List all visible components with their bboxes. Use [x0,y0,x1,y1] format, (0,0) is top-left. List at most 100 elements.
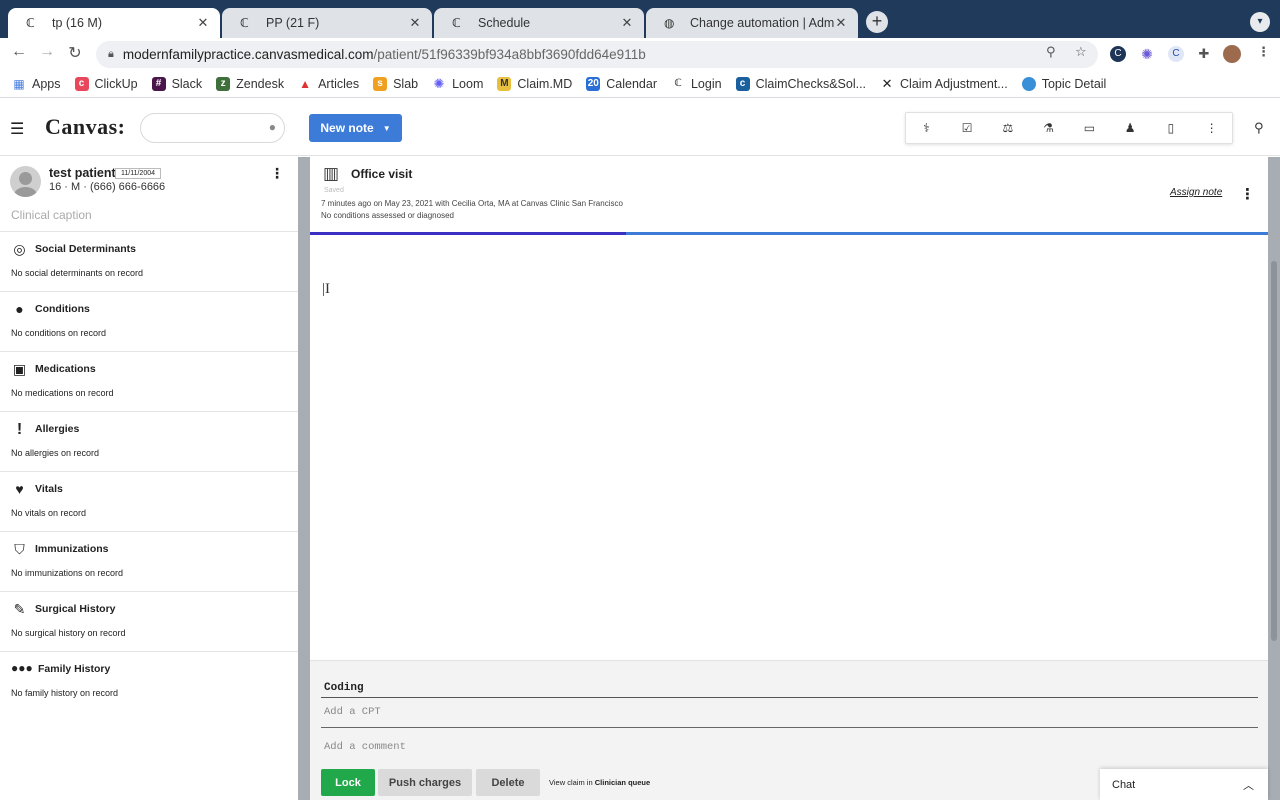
clinical-caption[interactable]: Clinical caption [11,208,92,222]
cloud-icon [1021,76,1036,91]
slab-icon: s [373,76,388,91]
user-md-icon[interactable]: ♟ [1120,121,1140,135]
url-field[interactable]: 🔒︎ modernfamilypractice.canvasmedical.co… [96,41,1098,68]
chat-label: Chat [1112,778,1136,791]
assign-note-link[interactable]: Assign note [1170,187,1222,198]
bookmark-articles[interactable]: ▲ Articles [298,77,359,91]
bookmark-apps[interactable]: ▦ Apps [12,77,60,91]
bookmark-clickup[interactable]: c ClickUp [74,76,138,91]
comment-input[interactable]: Add a comment [324,741,406,753]
note-menu-icon[interactable]: ⋮ [1240,185,1255,203]
scrollbar-thumb[interactable] [1271,261,1277,641]
browser-tab-2[interactable]: ℂ PP (21 F) ✕ [222,8,432,38]
section-conditions[interactable]: ● Conditions No conditions on record [0,291,298,351]
patient-info: 16 · M · (666) 666-6666 [49,181,166,193]
browser-menu-icon[interactable]: ⋮ [1257,44,1270,60]
bookmark-claim-adjustment[interactable]: ✕ Claim Adjustment... [880,75,1008,91]
section-family-history[interactable]: ●●● Family History No family history on … [0,651,298,711]
browser-tab-3[interactable]: ℂ Schedule ✕ [434,8,644,38]
patient-name[interactable]: test patient [49,166,116,180]
section-allergies[interactable]: ! Allergies No allergies on record [0,411,298,471]
canvas-logo[interactable]: Canvas: [45,114,126,140]
extension-2-icon[interactable]: ✺ [1139,46,1155,62]
bookmark-zendesk[interactable]: z Zendesk [216,76,284,91]
clinician-queue-link[interactable]: Clinician queue [595,778,650,787]
reload-icon[interactable]: ↻ [64,43,86,63]
close-icon[interactable]: ✕ [196,15,210,31]
browser-tab-1[interactable]: ℂ tp (16 M) ✕ [8,8,220,38]
back-arrow-icon[interactable]: ← [8,43,30,61]
section-medications[interactable]: ▣ Medications No medications on record [0,351,298,411]
tab-search-icon[interactable]: ▾ [1250,12,1270,32]
profile-avatar[interactable] [1223,45,1241,63]
section-value: No vitals on record [11,508,87,518]
section-vitals[interactable]: ♥ Vitals No vitals on record [0,471,298,531]
patient-search-input[interactable]: ● [140,113,285,143]
bookmark-loom[interactable]: ✺ Loom [432,76,484,91]
shield-icon: ⛉ [14,541,25,557]
bookmark-login[interactable]: ℂ Login [671,76,722,91]
patient-menu-icon[interactable]: ⋮ [270,165,284,182]
progress-fill [310,232,627,235]
lock-button[interactable]: Lock [321,769,375,796]
scalpel-icon: ✎ [13,601,26,617]
flask-icon[interactable]: ⚗ [1039,121,1059,135]
section-surgical-history[interactable]: ✎ Surgical History No surgical history o… [0,591,298,651]
bookmark-slab[interactable]: s Slab [373,76,418,91]
bookmark-topic-detail[interactable]: Topic Detail [1021,76,1106,91]
section-title: Vitals [35,483,63,495]
section-social-determinants[interactable]: ◎ Social Determinants No social determin… [0,231,298,291]
section-title: Immunizations [35,543,109,555]
caduceus-icon[interactable]: ⚕ [916,121,936,135]
new-note-button[interactable]: New note ▼ [309,114,402,142]
bookmark-label: Calendar [606,76,657,91]
cpt-input[interactable]: Add a CPT [324,706,381,718]
bookmark-claimmd[interactable]: M Claim.MD [497,76,572,91]
delete-button[interactable]: Delete [476,769,540,796]
note-body-editor[interactable] [310,239,1268,659]
hamburger-menu-icon[interactable]: ☰ [10,119,24,139]
section-immunizations[interactable]: ⛉ Immunizations No immunizations on reco… [0,531,298,591]
scales-icon[interactable]: ⚖ [998,121,1018,135]
view-claim-text: View claim in Clinician queue [549,778,650,787]
canvas-favicon-icon: ℂ [26,16,35,30]
main-scrollbar[interactable] [1268,157,1280,800]
note-panel: ▥ Office visit Saved 7 minutes ago on Ma… [310,157,1268,800]
patient-sidebar: test patient 11/11/2004 16 · M · (666) 6… [0,157,298,800]
document-icon[interactable]: ▯ [1161,121,1181,135]
search-icon[interactable]: ⚲ [1254,120,1264,136]
close-icon[interactable]: ✕ [620,15,634,31]
note-header: ▥ Office visit Saved 7 minutes ago on Ma… [310,157,1268,235]
forward-arrow-icon[interactable]: → [36,43,58,61]
saved-status: Saved [324,187,344,194]
extension-3-icon[interactable]: C [1168,46,1184,62]
bookmark-claimchecks[interactable]: c ClaimChecks&Sol... [735,76,866,91]
bookmark-slack[interactable]: # Slack [151,76,202,91]
lock-icon: 🔒︎ [108,48,114,60]
bookmark-label: Claim Adjustment... [900,76,1008,91]
checkbox-icon[interactable]: ☑ [957,121,977,135]
app-header: ☰ Canvas: ● New note ▼ ⚕ ☑ ⚖ ⚗ ▭ ♟ ▯ ⋮ ⚲ [0,100,1280,156]
section-title: Surgical History [35,603,116,615]
extension-1-icon[interactable]: C [1110,46,1126,62]
section-title: Medications [35,363,96,375]
browser-tab-4[interactable]: ◍ Change automation | Admin ✕ [646,8,858,38]
zoom-icon[interactable]: ⚲ [1046,44,1056,60]
bookmark-star-icon[interactable]: ☆ [1075,44,1087,60]
image-icon[interactable]: ▭ [1079,121,1099,135]
tab-title: PP (21 F) [266,16,320,30]
bookmark-calendar[interactable]: 20 Calendar [586,76,657,91]
more-vertical-icon[interactable]: ⋮ [1202,121,1222,135]
chat-widget[interactable]: Chat ︿ [1100,769,1268,800]
bookmark-label: Loom [452,76,484,91]
section-title: Conditions [35,303,90,315]
bookmark-label: Login [690,76,722,91]
push-charges-button[interactable]: Push charges [378,769,472,796]
close-icon[interactable]: ✕ [834,15,848,31]
patient-avatar[interactable] [10,166,41,197]
new-tab-button[interactable]: + [866,11,888,33]
x-logo-icon: ✕ [881,75,893,91]
close-icon[interactable]: ✕ [408,15,422,31]
sidebar-divider[interactable] [298,157,310,800]
puzzle-icon[interactable]: ✚ [1196,46,1212,62]
